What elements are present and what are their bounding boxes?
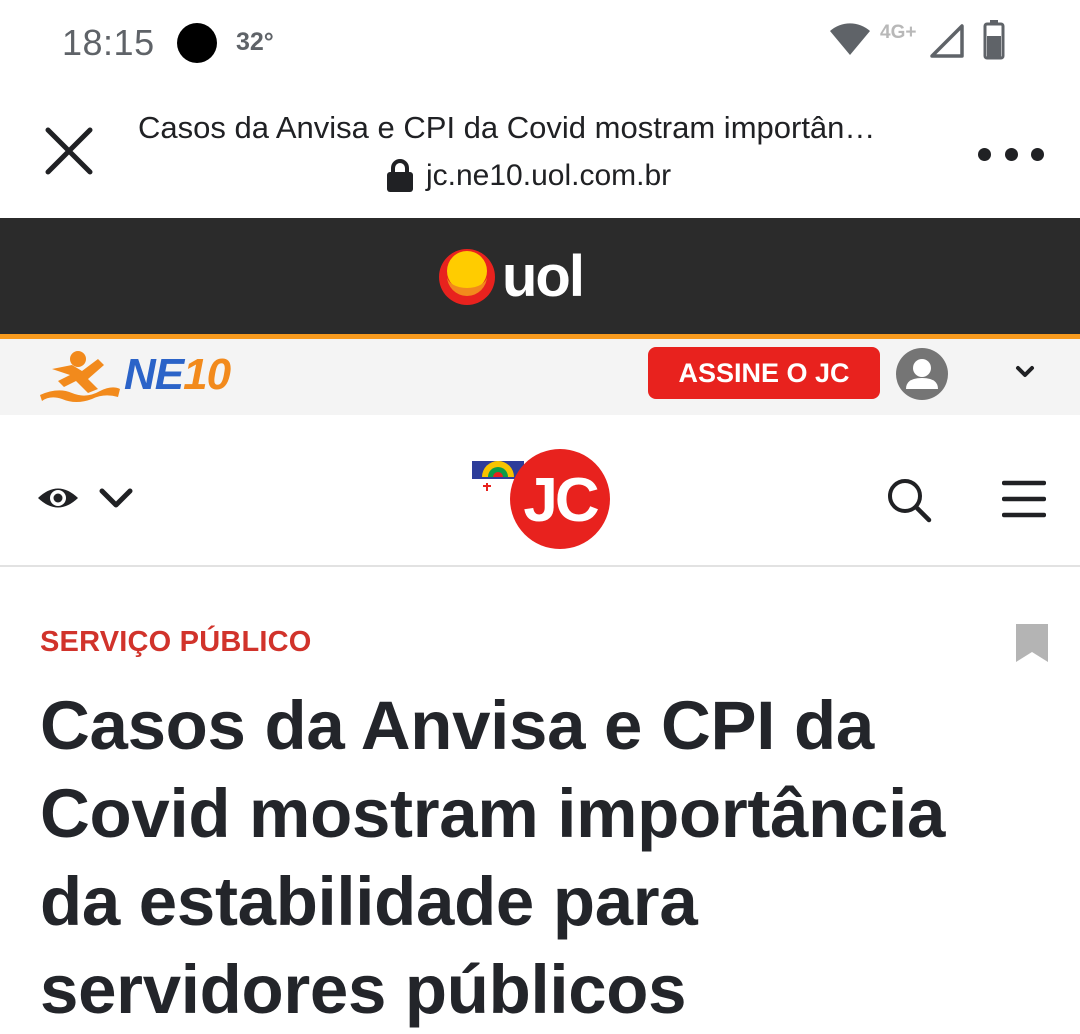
jc-logo-text: JC <box>523 466 598 535</box>
article-headline: Casos da Anvisa e CPI da Covid mostram i… <box>40 687 946 1028</box>
battery-icon <box>983 20 1005 60</box>
accessibility-toggle[interactable] <box>36 481 134 515</box>
bookmark-icon[interactable] <box>1014 622 1050 664</box>
uol-sun-icon <box>439 249 495 305</box>
url-display[interactable]: jc.ne10.uol.com.br <box>386 156 671 196</box>
uol-logo[interactable]: uol <box>438 244 585 309</box>
ne10-mascot-icon <box>40 351 120 402</box>
subscribe-button[interactable]: ASSINE O JC <box>648 347 880 399</box>
chevron-down-icon <box>99 488 133 508</box>
menu-icon[interactable] <box>1002 479 1046 519</box>
eye-icon <box>38 488 78 508</box>
chevron-down-icon[interactable] <box>1014 363 1036 381</box>
signal-icon <box>930 24 964 58</box>
more-options-icon[interactable] <box>978 142 1044 166</box>
wifi-icon <box>830 23 870 55</box>
search-icon[interactable] <box>886 477 932 523</box>
notification-dot-icon <box>177 23 217 63</box>
weather-temperature: 32° <box>236 28 274 56</box>
uol-logo-text: uol <box>502 244 585 309</box>
user-avatar-icon[interactable] <box>896 348 948 400</box>
ne10-bar: NE10 ASSINE O JC <box>0 339 1080 415</box>
system-icons: 4G+ <box>830 20 1025 64</box>
ne10-logo[interactable]: NE10 <box>38 347 231 403</box>
ne10-logo-text: NE10 <box>124 350 231 399</box>
browser-toolbar: Casos da Anvisa e CPI da Covid mostram i… <box>0 86 1080 218</box>
jc-header: JC <box>0 415 1080 567</box>
clock: 18:15 <box>62 22 155 63</box>
network-type: 4G+ <box>880 22 917 43</box>
lock-icon <box>387 159 413 192</box>
jc-logo[interactable]: JC <box>472 447 612 551</box>
status-bar: 18:15 32° 4G+ <box>0 0 1080 86</box>
page-title: Casos da Anvisa e CPI da Covid mostram i… <box>138 110 876 145</box>
url-text: jc.ne10.uol.com.br <box>426 159 672 192</box>
uol-portal-bar: uol <box>0 218 1080 339</box>
article-category[interactable]: SERVIÇO PÚBLICO <box>40 626 312 659</box>
close-icon[interactable] <box>40 122 98 180</box>
